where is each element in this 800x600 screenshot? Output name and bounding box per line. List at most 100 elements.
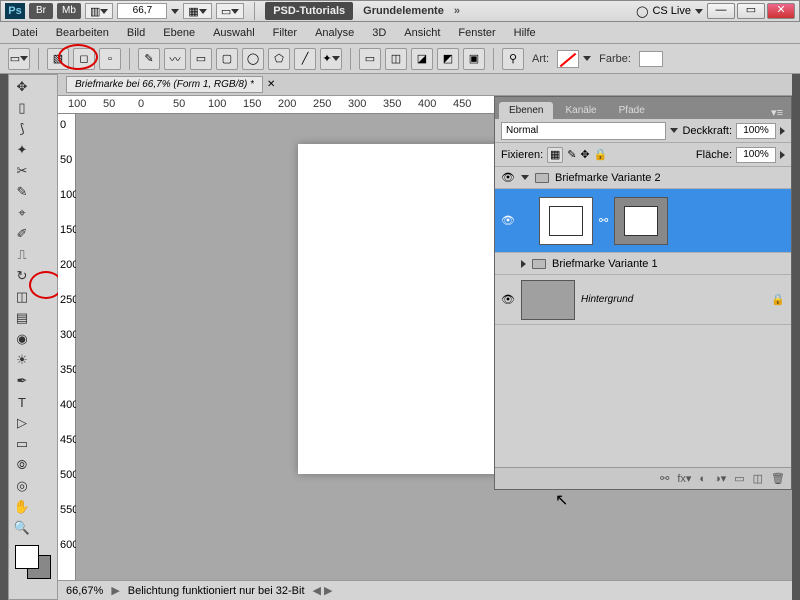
layer-group-1[interactable]: Briefmarke Variante 1 (495, 253, 791, 275)
rounded-rect-shape-icon[interactable]: ▢ (216, 48, 238, 70)
pen-tool[interactable]: ✒ (11, 371, 33, 391)
new-layer-icon[interactable]: ◫ (753, 472, 763, 485)
layer-name[interactable]: Hintergrund (581, 294, 765, 305)
path-op-new[interactable]: ▭ (359, 48, 381, 70)
path-op-subtract[interactable]: ◪ (411, 48, 433, 70)
chevron-down-icon[interactable] (171, 9, 179, 14)
menu-bearbeiten[interactable]: Bearbeiten (56, 27, 109, 39)
lasso-tool[interactable]: ⟆ (11, 119, 33, 139)
opacity-field[interactable]: 100% (736, 123, 776, 139)
cs-live-label[interactable]: CS Live (652, 5, 691, 17)
screen-mode-dropdown[interactable]: ▭ (216, 3, 244, 19)
layer-row-background[interactable]: 👁 Hintergrund 🔒 (495, 275, 791, 325)
chevron-right-icon[interactable] (780, 151, 785, 159)
lock-icon[interactable]: 🔒 (771, 293, 785, 306)
freeform-pen-icon[interactable]: 〰 (164, 48, 186, 70)
close-tab-icon[interactable]: ✕ (267, 79, 275, 90)
link-layers-icon[interactable]: ⚯ (660, 472, 669, 485)
mask-icon[interactable]: ◐ (699, 473, 706, 485)
group-icon[interactable]: ▭ (734, 472, 744, 485)
lock-pixels-icon[interactable]: ✎ (567, 148, 576, 161)
tab-kanale[interactable]: Kanäle (555, 102, 606, 119)
hand-tool[interactable]: ✋ (11, 497, 33, 517)
healing-brush-tool[interactable]: ⌖ (11, 203, 33, 223)
workspace-grundelemente[interactable]: Grundelemente (357, 5, 450, 17)
style-none-swatch[interactable] (557, 50, 579, 68)
menu-filter[interactable]: Filter (273, 27, 297, 39)
menu-bild[interactable]: Bild (127, 27, 145, 39)
menu-ansicht[interactable]: Ansicht (404, 27, 440, 39)
layer-thumbnail[interactable] (521, 280, 575, 320)
blur-tool[interactable]: ◉ (11, 329, 33, 349)
fill-field[interactable]: 100% (736, 147, 776, 163)
workspace-more[interactable]: » (454, 5, 460, 17)
arrange-dropdown[interactable]: ▦ (183, 3, 211, 19)
layer-group-label[interactable]: Briefmarke Variante 2 (555, 172, 661, 184)
menu-analyse[interactable]: Analyse (315, 27, 354, 39)
chevron-down-icon[interactable] (670, 128, 678, 133)
document-tab[interactable]: Briefmarke bei 66,7% (Form 1, RGB/8) * (66, 76, 263, 93)
shape-layers-button[interactable]: ▧ (47, 48, 69, 70)
close-button[interactable]: ✕ (767, 3, 795, 19)
ellipse-shape-icon[interactable]: ◯ (242, 48, 264, 70)
path-op-intersect[interactable]: ◩ (437, 48, 459, 70)
menu-3d[interactable]: 3D (372, 27, 386, 39)
lock-position-icon[interactable]: ✥ (580, 148, 589, 161)
foreground-color[interactable] (15, 545, 39, 569)
menu-auswahl[interactable]: Auswahl (213, 27, 255, 39)
blend-mode-select[interactable]: Normal (501, 122, 666, 140)
layer-row-selected[interactable]: 👁 ⚯ (495, 189, 791, 253)
adjustment-icon[interactable]: ◑▾ (714, 472, 726, 485)
marquee-tool[interactable]: ▯ (11, 98, 33, 118)
rectangle-shape-icon[interactable]: ▭ (190, 48, 212, 70)
polygon-shape-icon[interactable]: ⬠ (268, 48, 290, 70)
layer-group-label[interactable]: Briefmarke Variante 1 (552, 258, 658, 270)
chevron-down-icon[interactable] (695, 9, 703, 14)
collapse-toggle[interactable] (521, 175, 529, 180)
magic-wand-tool[interactable]: ✦ (11, 140, 33, 160)
menu-hilfe[interactable]: Hilfe (514, 27, 536, 39)
tab-pfade[interactable]: Pfade (609, 102, 655, 119)
gradient-tool[interactable]: ▤ (11, 308, 33, 328)
line-shape-icon[interactable]: ╱ (294, 48, 316, 70)
miniBridge-badge[interactable]: Mb (57, 3, 81, 19)
visibility-toggle[interactable]: 👁 (501, 214, 515, 227)
fx-icon[interactable]: fx▾ (677, 472, 691, 485)
clone-stamp-tool[interactable]: ⎍ (11, 245, 33, 265)
cs-live-icon[interactable]: ◯ (636, 5, 648, 18)
fill-pixels-button[interactable]: ▫ (99, 48, 121, 70)
minimize-button[interactable]: — (707, 3, 735, 19)
link-mask-icon[interactable]: ⚯ (599, 214, 608, 227)
workspace-psd-tutorials[interactable]: PSD-Tutorials (265, 2, 353, 20)
chevron-down-icon[interactable] (583, 56, 591, 61)
status-zoom[interactable]: 66,67% (66, 585, 103, 597)
chevron-right-icon[interactable] (780, 127, 785, 135)
panel-menu-icon[interactable]: ▾≡ (771, 106, 787, 119)
3d-tool[interactable]: ⦾ (11, 455, 33, 475)
delete-icon[interactable]: 🗑 (771, 472, 785, 485)
eyedropper-tool[interactable]: ✎ (11, 182, 33, 202)
maximize-button[interactable]: ▭ (737, 3, 765, 19)
menu-fenster[interactable]: Fenster (458, 27, 495, 39)
color-swatch[interactable] (639, 51, 663, 67)
brush-tool[interactable]: ✐ (11, 224, 33, 244)
mask-thumbnail[interactable] (614, 197, 668, 245)
layer-thumbnail[interactable] (539, 197, 593, 245)
eraser-tool[interactable]: ◫ (11, 287, 33, 307)
rectangle-tool[interactable]: ▭ (11, 434, 33, 454)
paths-button[interactable]: ◻ (73, 48, 95, 70)
lock-transparency[interactable]: ▦ (547, 147, 563, 163)
visibility-toggle[interactable]: 👁 (501, 171, 515, 184)
visibility-toggle[interactable]: 👁 (501, 293, 515, 306)
layer-group-2[interactable]: 👁 Briefmarke Variante 2 (495, 167, 791, 189)
path-selection-tool[interactable]: ▷ (11, 413, 33, 433)
link-icon[interactable]: ⚲ (502, 48, 524, 70)
type-tool[interactable]: T (11, 392, 33, 412)
tab-ebenen[interactable]: Ebenen (499, 102, 553, 119)
zoom-tool[interactable]: 🔍 (11, 518, 33, 538)
history-brush-tool[interactable]: ↻ (11, 266, 33, 286)
pen-tool-icon[interactable]: ✎ (138, 48, 160, 70)
dodge-tool[interactable]: ☀ (11, 350, 33, 370)
view-mode-dropdown[interactable]: ▥ (85, 3, 113, 19)
bridge-badge[interactable]: Br (29, 3, 53, 19)
